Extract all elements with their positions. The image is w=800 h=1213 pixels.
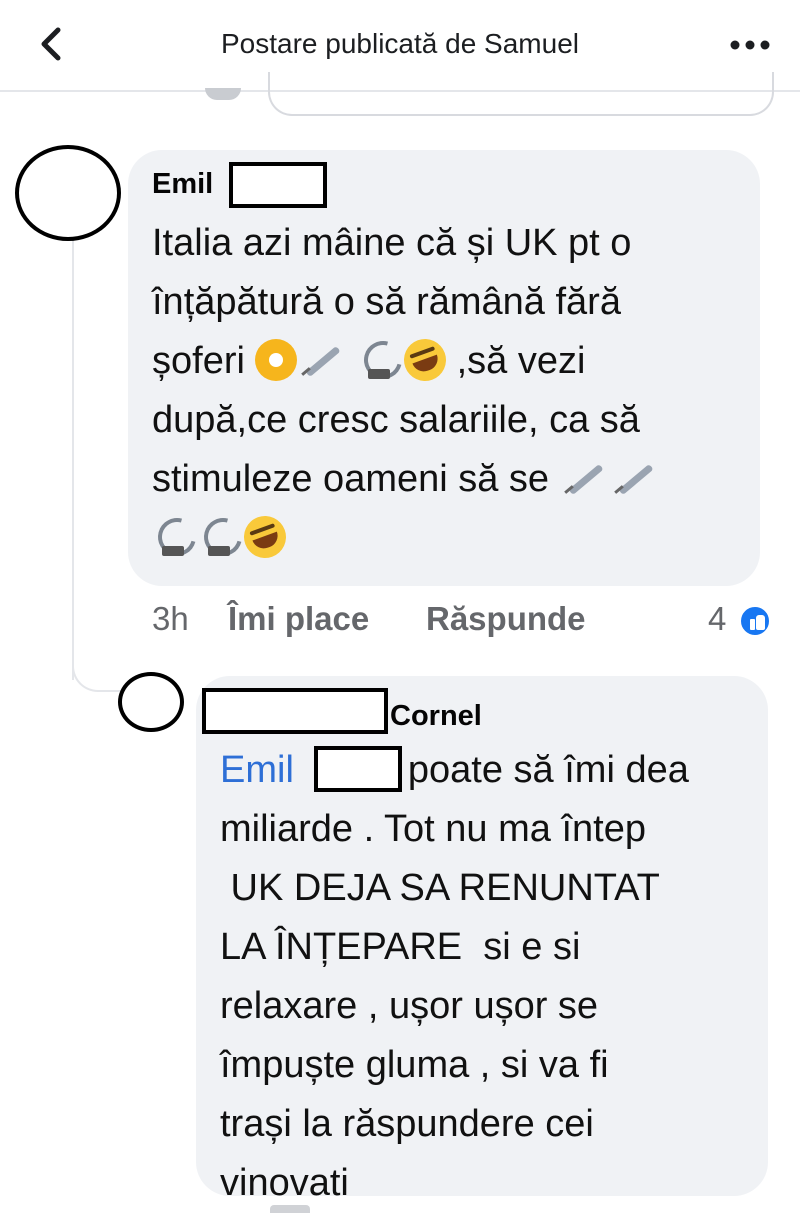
comment-line-part: ,să vezi — [456, 340, 586, 382]
comment-line — [152, 509, 752, 568]
comment-line: șoferi ,să vezi — [152, 332, 752, 391]
more-horizontal-icon[interactable] — [728, 30, 772, 60]
rofl-emoji-icon — [398, 333, 452, 387]
comment-text: Italia azi mâine că și UK pt o înțăpătur… — [152, 214, 752, 568]
partial-avatar — [205, 88, 241, 100]
syringe-icon — [610, 458, 660, 498]
comment-line: trași la răspundere cei — [220, 1103, 594, 1145]
reply-bubble: Cornel Emil poate să îmi dea miliarde . T… — [196, 676, 768, 1204]
satellite-antenna-icon — [152, 514, 198, 560]
satellite-antenna-icon — [358, 337, 404, 383]
partial-element — [270, 1205, 310, 1213]
comment-line: Emil poate să îmi dea — [220, 741, 760, 800]
comment-line-part: șoferi — [152, 340, 245, 382]
comment-timestamp: 3h — [152, 600, 189, 637]
syringe-icon — [297, 340, 347, 380]
reaction-count: 4 — [708, 600, 727, 637]
comment-author[interactable]: Cornel — [390, 700, 482, 733]
comment-bubble: Emil Italia azi mâine că și UK pt o înță… — [128, 150, 760, 586]
mention-link[interactable]: Emil — [220, 749, 294, 791]
redacted-name — [229, 162, 327, 208]
avatar[interactable] — [15, 145, 121, 241]
like-icon — [738, 604, 772, 638]
comment-line: stimuleze oameni să se — [152, 450, 752, 509]
like-button[interactable]: Îmi place — [228, 600, 369, 638]
comment-line: după,ce cresc salariile, ca să — [152, 399, 640, 441]
comment-line: UK DEJA SA RENUNTAT — [220, 867, 660, 909]
avatar[interactable] — [118, 672, 184, 732]
radioactive-icon — [255, 338, 298, 381]
comment-line-part: poate să îmi dea — [407, 749, 689, 791]
redacted-name — [202, 688, 388, 734]
satellite-antenna-icon — [198, 514, 244, 560]
comment-author[interactable]: Emil — [152, 168, 213, 201]
comment-line: împuște gluma , si va fi — [220, 1044, 609, 1086]
comment-line: înțăpătură o să rămână fără — [152, 281, 621, 323]
thread-connector — [72, 650, 122, 692]
comment-line: relaxare , ușor ușor se — [220, 985, 599, 1027]
syringe-icon — [560, 458, 610, 498]
page-title: Postare publicată de Samuel — [221, 28, 579, 59]
reply-button[interactable]: Răspunde — [426, 600, 586, 638]
comment-line-part: stimuleze oameni să se — [152, 458, 550, 500]
rofl-emoji-icon — [238, 510, 292, 564]
partial-comment-input[interactable] — [268, 72, 774, 116]
thread-line — [72, 240, 74, 680]
comment-line: LA ÎNȚEPARE si e si — [220, 926, 581, 968]
comment-line: Italia azi mâine că și UK pt o — [152, 222, 632, 264]
comment-line: miliarde . Tot nu ma întep — [220, 808, 646, 850]
comment-text: Emil poate să îmi dea miliarde . Tot nu m… — [220, 741, 760, 1213]
